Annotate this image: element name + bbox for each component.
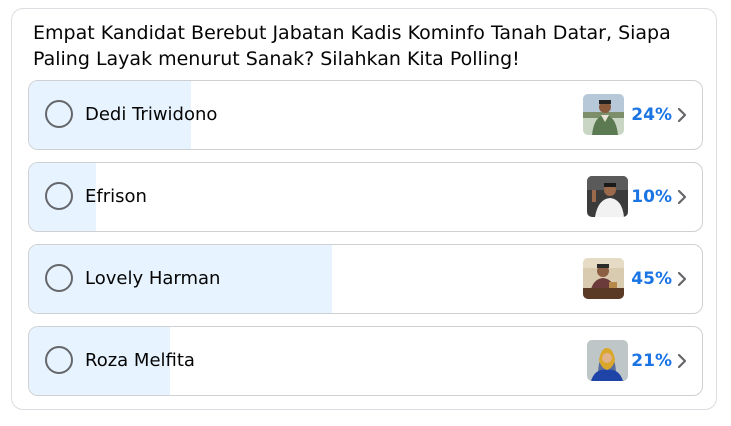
radio-button[interactable] [45,100,73,128]
poll-option-roza-melfita[interactable]: Roza Melfita 21% [28,326,703,396]
candidate-photo [587,340,628,381]
candidate-photo [583,258,624,299]
radio-button[interactable] [45,346,73,374]
option-label: Roza Melfita [85,350,195,371]
poll-options: Dedi Triwidono 24% Efrison 10% Lovely Ha… [28,80,703,408]
chevron-right-icon[interactable] [674,271,690,287]
poll-option-dedi-triwidono[interactable]: Dedi Triwidono 24% [28,80,703,150]
option-label: Lovely Harman [85,268,221,289]
option-percent: 45% [631,269,672,289]
poll-option-efrison[interactable]: Efrison 10% [28,162,703,232]
radio-button[interactable] [45,264,73,292]
candidate-photo [587,176,628,217]
chevron-right-icon[interactable] [674,189,690,205]
option-percent: 24% [631,105,672,125]
radio-button[interactable] [45,182,73,210]
option-label: Efrison [85,186,147,207]
poll-question: Empat Kandidat Berebut Jabatan Kadis Kom… [33,22,671,70]
option-percent: 10% [631,187,672,207]
chevron-right-icon[interactable] [674,353,690,369]
chevron-right-icon[interactable] [674,107,690,123]
poll-card: Empat Kandidat Berebut Jabatan Kadis Kom… [11,8,717,410]
option-percent: 21% [631,351,672,371]
option-label: Dedi Triwidono [85,104,218,125]
candidate-photo [583,94,624,135]
poll-option-lovely-harman[interactable]: Lovely Harman 45% [28,244,703,314]
